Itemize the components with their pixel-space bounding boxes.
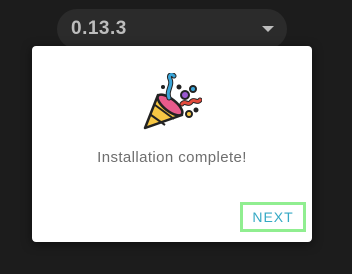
version-select[interactable]: 0.13.3 <box>57 9 287 49</box>
party-popper-icon <box>143 73 202 130</box>
chevron-down-icon <box>262 26 274 32</box>
app-stage: 0.13.3 Installation complete! NEXT <box>0 0 352 274</box>
installation-message: Installation complete! <box>97 149 247 166</box>
next-button[interactable]: NEXT <box>240 202 306 232</box>
installation-dialog: Installation complete! NEXT <box>32 46 312 242</box>
version-select-value: 0.13.3 <box>71 18 127 39</box>
